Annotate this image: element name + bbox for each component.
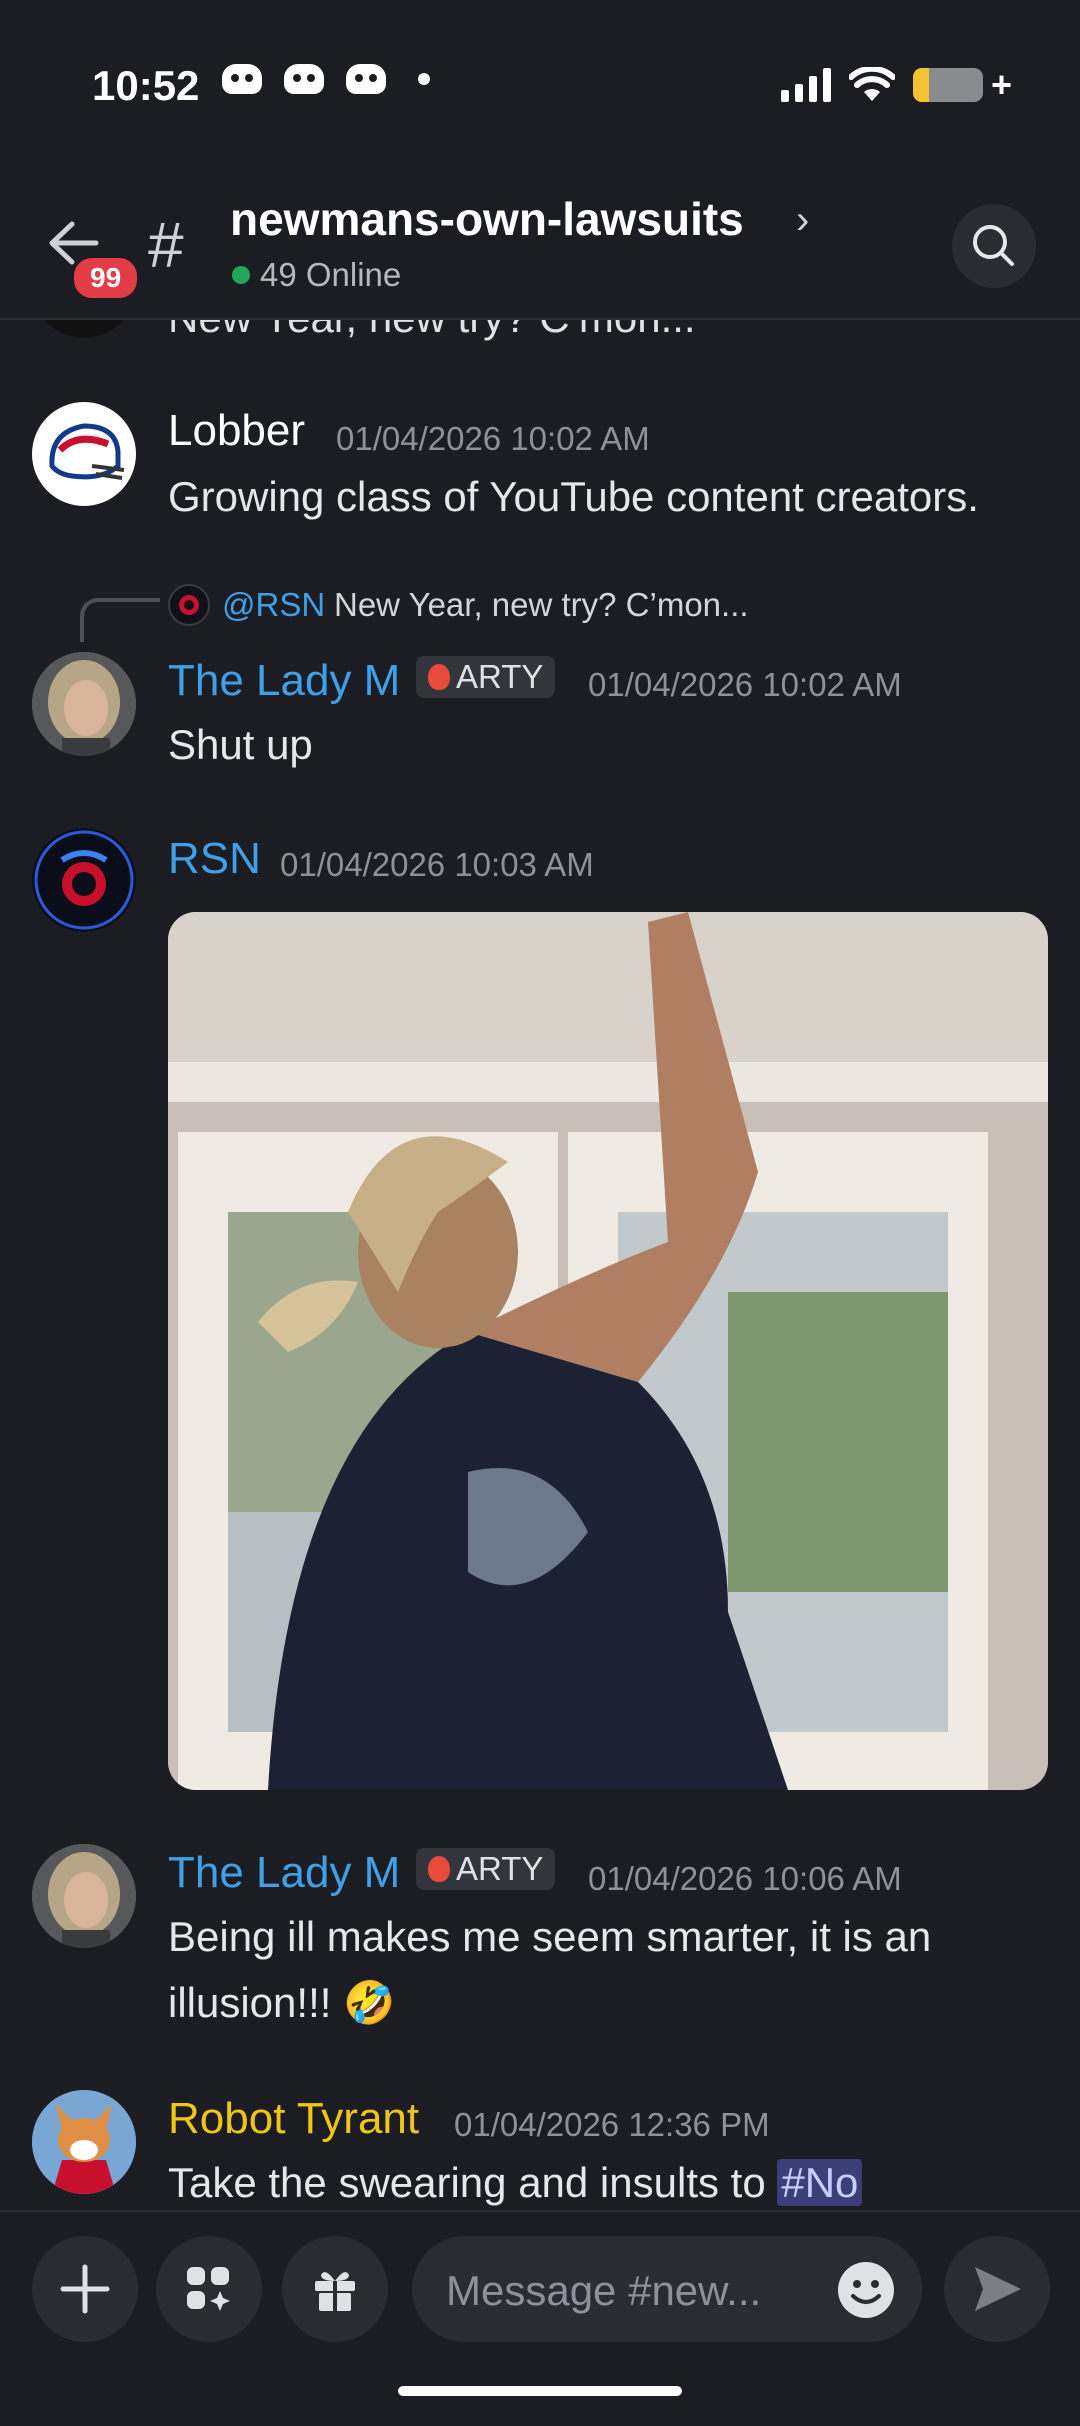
message-text: Shut up [168, 721, 313, 768]
username-robot-tyrant[interactable]: Robot Tyrant [168, 2094, 419, 2144]
message-text: illusion!!! 🤣 [168, 1970, 395, 2036]
discord-notification-icon [346, 64, 386, 94]
channel-header: 99 # newmans-own-lawsuits › 49 Online [0, 150, 1080, 320]
avatar-lady-m[interactable] [32, 1844, 136, 1948]
timestamp: 01/04/2026 10:02 AM [336, 420, 650, 457]
send-icon [975, 2267, 1021, 2311]
rsn-logo-icon [34, 830, 134, 930]
signal-icon [780, 68, 831, 102]
battery-icon [912, 68, 983, 102]
chevron-right-icon[interactable]: › [796, 198, 809, 243]
message-text: Being ill makes me seem smarter, it is a… [168, 1913, 932, 1960]
channel-link[interactable]: #No [777, 2159, 863, 2206]
more-notifications-dot-icon [418, 73, 430, 85]
cut-message-row: New Year, new try? C’mon... [0, 318, 1080, 348]
corgi-avatar-icon [32, 2090, 136, 2194]
reply-avatar [168, 584, 210, 626]
gift-icon [315, 2272, 355, 2311]
apps-sparkle-icon [187, 2267, 230, 2311]
wifi-icon [848, 67, 895, 101]
timestamp: 01/04/2026 10:03 AM [280, 846, 594, 883]
timestamp: 01/04/2026 10:02 AM [588, 666, 902, 703]
discord-notification-icon [222, 64, 262, 94]
notification-icons [222, 64, 430, 94]
avatar-lady-m[interactable] [32, 652, 136, 756]
message-text: Take the swearing and insults to #No [168, 2150, 863, 2216]
system-icons: + [780, 64, 1012, 106]
username-rsn[interactable]: RSN [168, 834, 261, 884]
status-time: 10:52 [92, 62, 200, 109]
message-text-line2: illusion!!! [168, 1979, 332, 2026]
dancing-person-gif-image [168, 912, 1048, 1790]
role-tag[interactable]: ARTY [416, 656, 556, 698]
gift-button[interactable] [282, 2236, 388, 2342]
username-lady-m[interactable]: The Lady M [168, 1848, 400, 1898]
avatar-lobber[interactable] [32, 402, 136, 506]
home-indicator[interactable] [398, 2386, 682, 2396]
status-bar: 10:52 + [0, 0, 1080, 150]
lady-m-photo-icon [32, 652, 136, 756]
channel-hash-icon: # [148, 209, 184, 281]
search-button[interactable] [952, 204, 1036, 288]
rofl-emoji-icon: 🤣 [343, 1979, 396, 2026]
timestamp: 01/04/2026 12:36 PM [454, 2106, 770, 2143]
charging-icon: + [990, 64, 1012, 105]
rsn-logo-icon [179, 595, 199, 615]
avatar-robot-tyrant[interactable] [32, 2090, 136, 2194]
bills-helmet-icon [34, 404, 134, 504]
emoji-picker-icon[interactable] [836, 2260, 896, 2320]
plus-icon [60, 2264, 110, 2314]
online-dot-icon [232, 266, 250, 284]
avatar-rsn[interactable] [32, 828, 136, 932]
message-text-body: Take the swearing and insults to [168, 2159, 766, 2206]
avatar [32, 318, 136, 338]
reply-connector [80, 598, 160, 642]
unread-badge: 99 [70, 254, 142, 302]
gif-attachment[interactable] [168, 912, 1048, 1790]
lady-m-photo-icon [32, 1844, 136, 1948]
reply-mention[interactable]: @RSN [222, 586, 325, 624]
apps-button[interactable] [156, 2236, 262, 2342]
online-count: 49 Online [260, 256, 402, 293]
fire-icon [428, 664, 450, 690]
role-tag-label: ARTY [456, 658, 544, 695]
search-icon [973, 225, 1014, 266]
message-input-placeholder[interactable]: Message #new... [446, 2267, 761, 2315]
fire-icon [428, 1856, 450, 1882]
username-lady-m[interactable]: The Lady M [168, 656, 400, 706]
add-attachment-button[interactable] [32, 2236, 138, 2342]
discord-notification-icon [284, 64, 324, 94]
timestamp: 01/04/2026 10:06 AM [588, 1860, 902, 1897]
message-text: Growing class of YouTube content creator… [168, 473, 979, 520]
username-lobber[interactable]: Lobber [168, 406, 305, 456]
send-button[interactable] [944, 2236, 1050, 2342]
channel-title[interactable]: newmans-own-lawsuits [230, 192, 744, 246]
role-tag[interactable]: ARTY [416, 1848, 556, 1890]
cut-message-text: New Year, new try? C’mon... [168, 318, 696, 342]
role-tag-label: ARTY [456, 1850, 544, 1887]
reply-preview[interactable]: New Year, new try? C’mon... [334, 586, 749, 624]
